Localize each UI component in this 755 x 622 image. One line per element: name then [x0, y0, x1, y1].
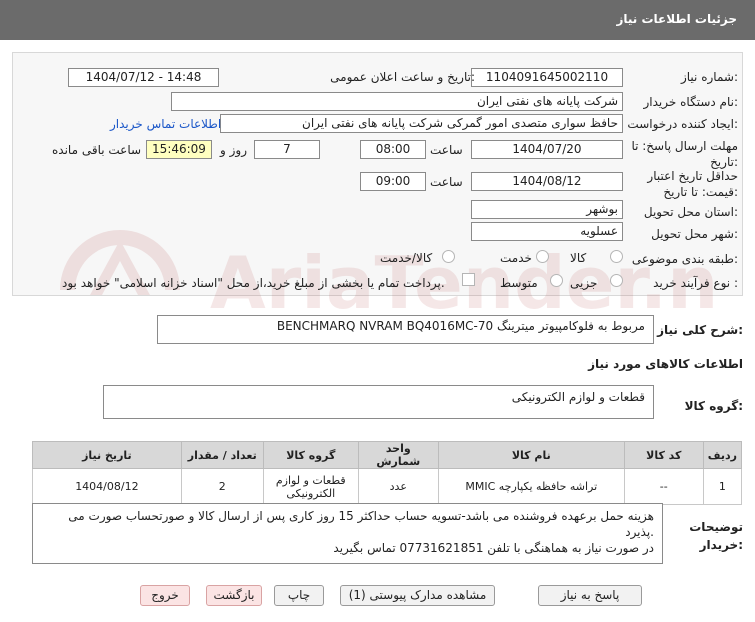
city-label: شهر محل تحویل: [651, 227, 738, 241]
buyer-contact-link[interactable]: اطلاعات تماس خریدار [110, 117, 221, 131]
col-qty: تعداد / مقدار [180, 441, 264, 469]
page-header: جزئیات اطلاعات نیاز [0, 0, 755, 40]
city-field: عسلویه [471, 222, 623, 241]
radio-service-label: خدمت [500, 251, 532, 265]
radio-minor-label: جزیی [570, 276, 598, 290]
buyer-notes-label-line2: خریدار: [699, 538, 743, 552]
col-code: کد کالا [623, 441, 704, 469]
treasury-note: پرداخت تمام یا بخشی از مبلغ خرید،از محل … [62, 276, 445, 290]
cell-name: تراشه حافظه یکپارچه MMIC [437, 468, 625, 505]
summary-text: BENCHMARQ NVRAM BQ4016MC-70 مربوط به فلو… [276, 319, 645, 333]
creator-field: حافظ سواری متصدی امور گمرکی شرکت پایانه … [220, 114, 623, 133]
radio-goods[interactable] [610, 250, 623, 263]
summary-field: BENCHMARQ NVRAM BQ4016MC-70 مربوط به فلو… [157, 315, 654, 344]
col-unit: واحد شمارش [357, 441, 439, 469]
creator-label: ایجاد کننده درخواست: [627, 117, 738, 131]
col-date: تاریخ نیاز [32, 441, 182, 469]
radio-medium-label: متوسط [500, 276, 538, 290]
cell-qty: 2 [180, 468, 264, 505]
buyer-notes-line-1: هزینه حمل برعهده فروشنده می باشد-تسویه ح… [68, 509, 654, 539]
goods-group-label: گروه کالا: [684, 399, 743, 413]
buyer-notes-label-line1: توضیحات [689, 520, 743, 534]
need-number-label: شماره نیاز: [680, 70, 738, 84]
radio-goods-service-label: کالا/خدمت [380, 251, 433, 265]
radio-service[interactable] [536, 250, 549, 263]
treasury-checkbox[interactable] [462, 273, 475, 286]
goods-group-text: قطعات و لوازم الکترونیکی [511, 390, 645, 404]
col-name: نام کالا [437, 441, 625, 469]
announce-label: تاریخ و ساعت اعلان عمومی: [330, 70, 475, 84]
reply-button[interactable]: پاسخ به نیاز [538, 585, 642, 606]
items-table-header: ردیف کد کالا نام کالا واحد شمارش گروه کا… [32, 441, 743, 469]
deadline-label-line1: مهلت ارسال پاسخ: تا [631, 139, 738, 153]
days-label: روز و [220, 143, 247, 157]
announce-field: 1404/07/12 - 14:48 [68, 68, 219, 87]
col-row: ردیف [702, 441, 743, 469]
deadline-date-field: 1404/07/20 [471, 140, 623, 159]
radio-minor[interactable] [610, 274, 623, 287]
cell-group: قطعات و لوازم الکترونیکی [262, 468, 359, 505]
deadline-time-label: ساعت [430, 143, 463, 157]
buyer-org-label: نام دستگاه خریدار: [643, 95, 739, 109]
validity-date-field: 1404/08/12 [471, 172, 623, 191]
items-table: ردیف کد کالا نام کالا واحد شمارش گروه کا… [32, 441, 743, 505]
buyer-notes-field: هزینه حمل برعهده فروشنده می باشد-تسویه ح… [32, 503, 663, 564]
process-type-label: نوع فرآیند خرید : [653, 276, 738, 290]
table-row: 1 -- تراشه حافظه یکپارچه MMIC عدد قطعات … [32, 468, 743, 505]
summary-label: شرح کلی نیاز: [657, 323, 743, 337]
validity-time-field: 09:00 [360, 172, 426, 191]
deadline-label-line2: تاریخ: [710, 155, 738, 169]
validity-label-line1: حداقل تاریخ اعتبار [647, 169, 738, 183]
buyer-org-field: شرکت پایانه های نفتی ایران [171, 92, 623, 111]
deadline-time-field: 08:00 [360, 140, 426, 159]
attachments-button[interactable]: مشاهده مدارک پیوستی (1) [340, 585, 495, 606]
cell-row: 1 [702, 468, 743, 505]
need-number-field: 1104091645002110 [471, 68, 623, 87]
category-label: طبقه بندی موضوعی: [631, 252, 738, 266]
cell-code: -- [623, 468, 704, 505]
province-field: بوشهر [471, 200, 623, 219]
back-button[interactable]: بازگشت [206, 585, 262, 606]
exit-button[interactable]: خروج [140, 585, 190, 606]
print-button[interactable]: چاپ [274, 585, 324, 606]
days-field: 7 [254, 140, 320, 159]
radio-goods-service[interactable] [442, 250, 455, 263]
radio-goods-label: کالا [570, 251, 587, 265]
page-title: جزئیات اطلاعات نیاز [616, 12, 737, 26]
cell-unit: عدد [357, 468, 439, 505]
remaining-time-field: 15:46:09 [146, 140, 212, 159]
radio-medium[interactable] [550, 274, 563, 287]
buyer-notes-line-2: در صورت نیاز به هماهنگی با تلفن 07731621… [333, 541, 654, 555]
remaining-time-label: ساعت باقی مانده [52, 143, 142, 157]
province-label: استان محل تحویل: [643, 205, 738, 219]
col-group: گروه کالا [262, 441, 359, 469]
validity-label-line2: قیمت: تا تاریخ: [663, 185, 738, 199]
goods-section-title: اطلاعات کالاهای مورد نیاز [588, 357, 743, 371]
validity-time-label: ساعت [430, 175, 463, 189]
cell-date: 1404/08/12 [32, 468, 182, 505]
goods-group-field: قطعات و لوازم الکترونیکی [103, 385, 654, 419]
